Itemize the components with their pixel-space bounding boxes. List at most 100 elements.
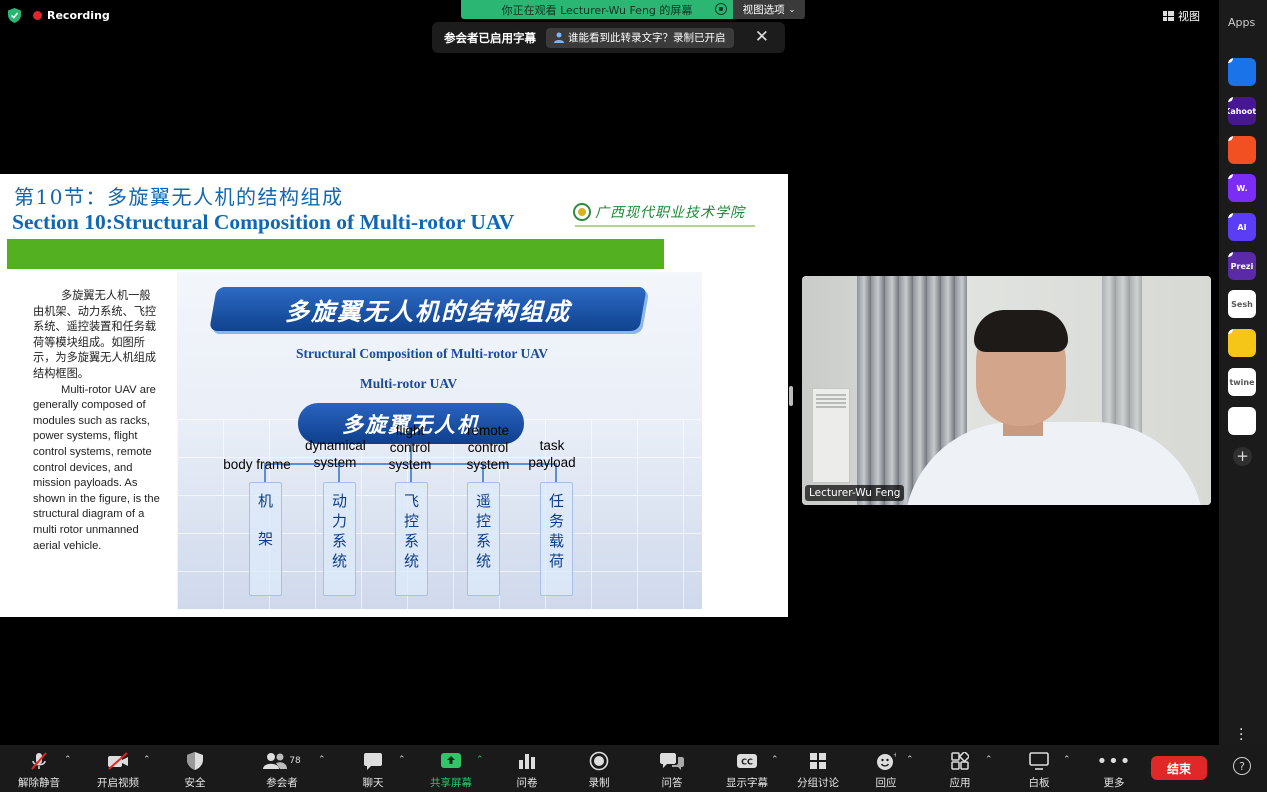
chat-icon bbox=[364, 752, 382, 770]
slide-paragraph: 多旋翼无人机一般由机架、动力系统、飞控系统、遥控装置和任务载荷等模块组成。如图所… bbox=[33, 289, 161, 554]
module-char-cn: 机 bbox=[257, 492, 273, 510]
slide-title-cn: 第10节：多旋翼无人机的结构组成 bbox=[14, 185, 344, 209]
diagram-banner-text: 多旋翼无人机的结构组成 bbox=[285, 297, 571, 326]
app-app-3[interactable]: + bbox=[1219, 136, 1267, 170]
app-label: AI bbox=[1237, 222, 1247, 232]
captions-icon: CC bbox=[737, 754, 757, 768]
module-box: 机架 bbox=[249, 482, 282, 596]
security-button[interactable]: 安全 bbox=[160, 751, 230, 790]
module-label-en: task payload bbox=[528, 438, 576, 470]
caption-who-label: 谁能看到此转录文字？录制已开启 bbox=[568, 32, 726, 44]
add-app-badge-icon[interactable]: + bbox=[1228, 213, 1233, 218]
apps-caret-icon[interactable]: ⌃ bbox=[985, 755, 993, 765]
add-app-badge-icon[interactable]: + bbox=[1228, 368, 1233, 373]
module-char-cn: 统 bbox=[331, 552, 347, 570]
share-screen-label: 共享屏幕 bbox=[430, 777, 472, 789]
add-app-badge-icon[interactable]: + bbox=[1228, 136, 1233, 141]
kahoot-icon: Kahoot! + bbox=[1228, 97, 1256, 125]
participants-label: 参会者 bbox=[266, 777, 298, 789]
participants-icon bbox=[263, 753, 288, 769]
whiteboard-caret-icon[interactable]: ⌃ bbox=[1063, 755, 1071, 765]
more-label: 更多 bbox=[1103, 777, 1125, 789]
app-sesh[interactable]: Sesh + bbox=[1219, 290, 1267, 324]
apps-sidebar: Apps +Kahoot!++W.+AI+Prezi+Sesh++twine++… bbox=[1219, 0, 1267, 747]
start-video-label: 开启视频 bbox=[97, 777, 139, 789]
more-vertical-icon[interactable]: · · · bbox=[1239, 723, 1243, 747]
smiley-icon: + bbox=[877, 751, 896, 770]
school-name: 广西现代职业技术学院 bbox=[595, 205, 745, 221]
participants-caret-icon[interactable]: ⌃ bbox=[318, 755, 326, 765]
prezi-icon: Prezi + bbox=[1228, 252, 1256, 280]
caption-notice-bar: 参会者已启用字幕 谁能看到此转录文字？录制已开启 ✕ bbox=[432, 22, 785, 53]
caption-who-button[interactable]: 谁能看到此转录文字？录制已开启 bbox=[546, 27, 734, 48]
chevron-down-icon: ⌄ bbox=[788, 5, 796, 14]
reactions-caret-icon[interactable]: ⌃ bbox=[906, 755, 914, 765]
mic-muted-icon bbox=[31, 752, 47, 770]
captions-caret-icon[interactable]: ⌃ bbox=[771, 755, 779, 765]
module-char-cn: 控 bbox=[475, 512, 491, 530]
diagram-subtitle-en-2: Multi-rotor UAV bbox=[360, 376, 458, 391]
polls-button[interactable]: 问卷 bbox=[492, 751, 562, 790]
app-app-ai[interactable]: AI + bbox=[1219, 213, 1267, 247]
module-char-cn: 荷 bbox=[548, 552, 564, 570]
close-icon[interactable]: ✕ bbox=[755, 27, 769, 47]
add-app-badge-icon[interactable]: + bbox=[1228, 290, 1233, 295]
chat-caret-icon[interactable]: ⌃ bbox=[398, 755, 406, 765]
view-options-button[interactable]: 视图选项 ⌄ bbox=[733, 0, 805, 19]
module-char-cn: 系 bbox=[331, 532, 347, 550]
module-char-cn: 架 bbox=[257, 530, 273, 548]
record-label: 录制 bbox=[588, 777, 610, 789]
video-tile[interactable]: Lecturer-Wu Feng bbox=[802, 276, 1211, 505]
end-meeting-button[interactable]: 结束 bbox=[1151, 756, 1207, 780]
app-label: Prezi bbox=[1230, 261, 1254, 271]
app-app-blocks[interactable]: + bbox=[1219, 407, 1267, 441]
app-twine[interactable]: twine + bbox=[1219, 368, 1267, 402]
module-box: 遥控系统 bbox=[467, 482, 500, 596]
stop-share-icon[interactable] bbox=[715, 3, 727, 15]
share-screen-icon bbox=[441, 753, 461, 768]
app-prezi[interactable]: Prezi + bbox=[1219, 252, 1267, 286]
add-app-badge-icon[interactable]: + bbox=[1228, 174, 1233, 179]
app-kahoot[interactable]: Kahoot! + bbox=[1219, 97, 1267, 131]
add-app-badge-icon[interactable]: + bbox=[1228, 58, 1233, 63]
participants-count: 78 bbox=[289, 756, 301, 766]
app-app-1[interactable]: + bbox=[1219, 58, 1267, 92]
participants-button[interactable]: 78 参会者 bbox=[247, 751, 317, 790]
module-char-cn: 控 bbox=[403, 512, 419, 530]
video-options-caret-icon[interactable]: ⌃ bbox=[143, 755, 151, 765]
share-banner[interactable]: 你正在观看 Lecturer-Wu Feng 的屏幕 bbox=[461, 0, 733, 19]
share-caret-icon[interactable]: ⌃ bbox=[476, 755, 484, 765]
module-box: 任务载荷 bbox=[540, 482, 573, 596]
module-box: 动力系统 bbox=[323, 482, 356, 596]
unmute-label: 解除静音 bbox=[18, 777, 60, 789]
module-char-cn: 飞 bbox=[403, 492, 419, 510]
breakout-button[interactable]: 分组讨论 bbox=[783, 751, 853, 790]
structure-diagram: 多旋翼无人机的结构组成 Structural Composition of Mu… bbox=[177, 272, 702, 609]
recording-indicator[interactable]: Recording bbox=[33, 9, 110, 22]
meeting-toolbar: 解除静音 ⌃ 开启视频 ⌃ 安全 78 参会者 ⌃ 聊天 ⌃ 共享屏幕 ⌃ 问卷… bbox=[0, 745, 1267, 792]
record-button[interactable]: 录制 bbox=[564, 751, 634, 790]
chat-label: 聊天 bbox=[362, 777, 384, 789]
app-app-face[interactable]: + bbox=[1219, 329, 1267, 363]
app-face-icon: + bbox=[1228, 329, 1256, 357]
reactions-label: 回应 bbox=[875, 777, 897, 789]
audio-options-caret-icon[interactable]: ⌃ bbox=[64, 755, 72, 765]
add-app-badge-icon[interactable]: + bbox=[1228, 252, 1233, 257]
add-app-badge-icon[interactable]: + bbox=[1228, 329, 1233, 334]
shield-icon[interactable] bbox=[8, 7, 21, 23]
paragraph-en: Multi-rotor UAV are generally composed o… bbox=[33, 383, 160, 552]
add-app-icon[interactable]: + bbox=[1233, 447, 1252, 466]
help-icon[interactable]: ? bbox=[1233, 757, 1251, 775]
add-app-badge-icon[interactable]: + bbox=[1228, 407, 1233, 412]
recording-label: Recording bbox=[47, 8, 110, 22]
split-resize-handle[interactable] bbox=[789, 386, 793, 406]
view-button[interactable]: 视图 bbox=[1163, 8, 1200, 24]
qa-button[interactable]: 问答 bbox=[637, 751, 707, 790]
add-app-badge-icon[interactable]: + bbox=[1228, 97, 1233, 102]
app-app-w[interactable]: W. + bbox=[1219, 174, 1267, 208]
more-button[interactable]: ••• 更多 bbox=[1079, 751, 1149, 790]
polls-icon bbox=[519, 754, 535, 769]
app-blocks-icon: + bbox=[1228, 407, 1256, 435]
module-char-cn: 统 bbox=[475, 552, 491, 570]
shared-slide: 第10节：多旋翼无人机的结构组成 Section 10:Structural C… bbox=[0, 174, 788, 617]
